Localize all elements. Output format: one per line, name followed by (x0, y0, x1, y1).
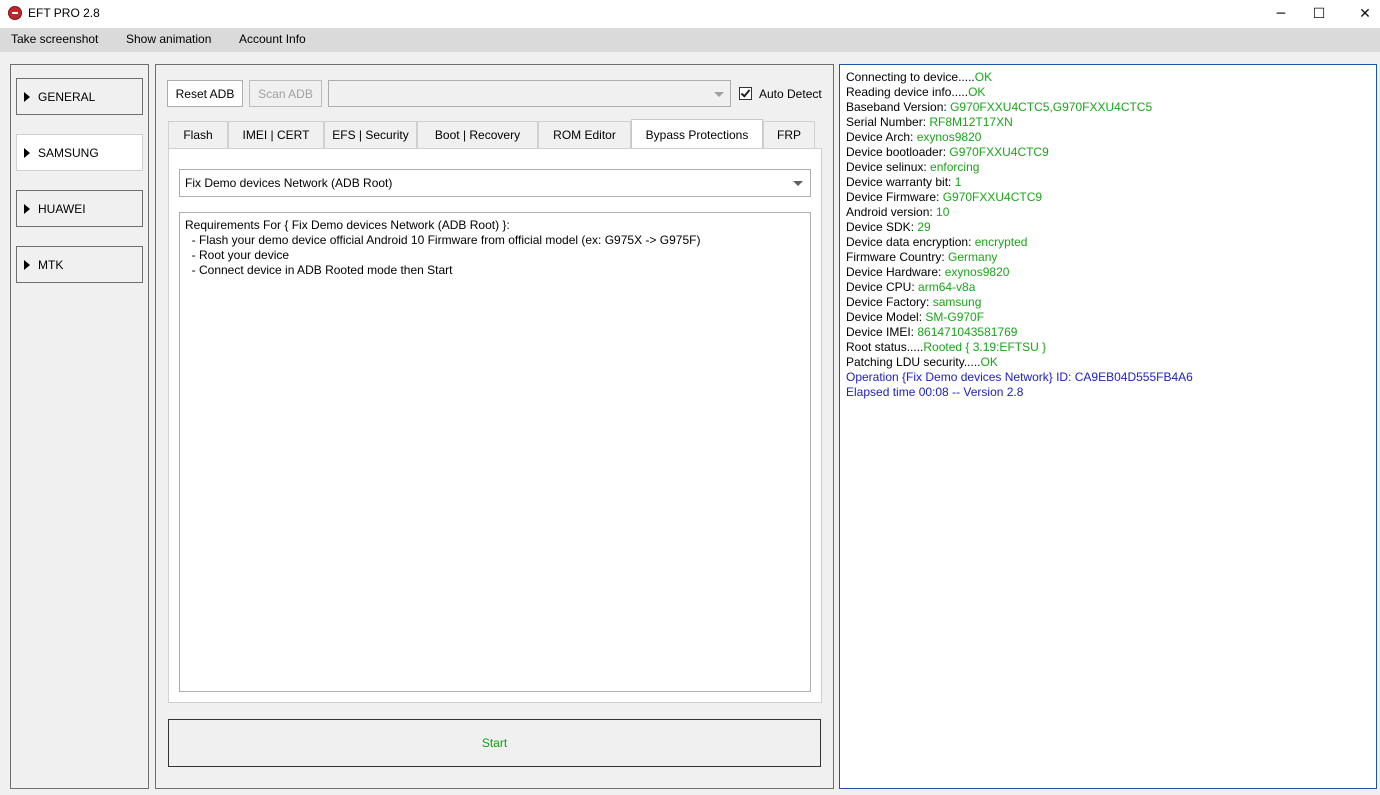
tab-frp[interactable]: FRP (763, 121, 815, 148)
close-button[interactable]: ✕ (1342, 0, 1380, 28)
sidebar-item-label: MTK (38, 257, 64, 272)
chevron-down-icon (714, 92, 724, 97)
maximize-button[interactable]: ☐ (1296, 0, 1342, 28)
expand-arrow-icon (24, 259, 30, 270)
expand-arrow-icon (24, 91, 30, 102)
tab-efs-security[interactable]: EFS | Security (324, 121, 417, 148)
log-line: Device selinux: enforcing (846, 160, 980, 174)
window-title: EFT PRO 2.8 (28, 6, 100, 20)
menu-account-info[interactable]: Account Info (239, 32, 306, 46)
log-line: Firmware Country: Germany (846, 250, 998, 264)
log-line: Device CPU: arm64-v8a (846, 280, 976, 294)
sidebar: GENERAL SAMSUNG HUAWEI MTK (10, 64, 149, 789)
check-icon (740, 87, 751, 98)
requirements-textbox[interactable]: Requirements For { Fix Demo devices Netw… (179, 212, 811, 692)
tab-rom-editor[interactable]: ROM Editor (538, 121, 631, 148)
requirements-line: - Root your device (185, 248, 290, 262)
log-line: Baseband Version: G970FXXU4CTC5,G970FXXU… (846, 100, 1153, 114)
sidebar-item-label: GENERAL (38, 89, 96, 104)
tab-bypass-protections[interactable]: Bypass Protections (631, 119, 763, 149)
expand-arrow-icon (24, 147, 30, 158)
reset-adb-button[interactable]: Reset ADB (167, 80, 243, 107)
start-button[interactable]: Start (168, 719, 821, 767)
log-line: Device bootloader: G970FXXU4CTC9 (846, 145, 1049, 159)
sidebar-item-label: SAMSUNG (38, 145, 99, 160)
sidebar-item-samsung[interactable]: SAMSUNG (16, 134, 143, 171)
app-logo-icon (8, 6, 22, 20)
title-bar: EFT PRO 2.8 ─ ☐ ✕ (0, 0, 1380, 28)
log-line-elapsed-time: Elapsed time 00:08 -- Version 2.8 (846, 385, 1024, 399)
operation-select[interactable]: Fix Demo devices Network (ADB Root) (179, 169, 811, 197)
log-line-operation-id: Operation {Fix Demo devices Network} ID:… (846, 370, 1193, 384)
tab-boot-recovery[interactable]: Boot | Recovery (417, 121, 538, 148)
log-line: Reading device info.....OK (846, 85, 986, 99)
sidebar-item-huawei[interactable]: HUAWEI (16, 190, 143, 227)
log-line: Device IMEI: 861471043581769 (846, 325, 1018, 339)
log-output[interactable]: Connecting to device.....OK Reading devi… (839, 64, 1377, 789)
chevron-down-icon (793, 181, 803, 186)
adb-port-select[interactable] (328, 80, 731, 107)
log-line: Device Model: SM-G970F (846, 310, 985, 324)
log-line: Root status.....Rooted { 3.19:EFTSU } (846, 340, 1047, 354)
log-line: Connecting to device.....OK (846, 70, 993, 84)
log-line: Device data encryption: encrypted (846, 235, 1028, 249)
tab-imei-cert[interactable]: IMEI | CERT (228, 121, 324, 148)
log-line: Device Hardware: exynos9820 (846, 265, 1010, 279)
log-line: Device warranty bit: 1 (846, 175, 962, 189)
log-line: Android version: 10 (846, 205, 950, 219)
requirements-line: Requirements For { Fix Demo devices Netw… (185, 218, 510, 232)
sidebar-item-general[interactable]: GENERAL (16, 78, 143, 115)
tab-flash[interactable]: Flash (168, 121, 228, 148)
auto-detect-checkbox[interactable] (739, 87, 752, 100)
log-line: Serial Number: RF8M12T17XN (846, 115, 1013, 129)
requirements-line: - Flash your demo device official Androi… (185, 233, 701, 247)
requirements-line: - Connect device in ADB Rooted mode then… (185, 263, 453, 277)
log-line: Device Firmware: G970FXXU4CTC9 (846, 190, 1043, 204)
operation-select-value: Fix Demo devices Network (ADB Root) (185, 176, 393, 190)
auto-detect-label: Auto Detect (759, 87, 822, 101)
scan-adb-button[interactable]: Scan ADB (249, 80, 322, 107)
tab-page-bypass-protections: Fix Demo devices Network (ADB Root) Requ… (168, 148, 822, 703)
log-line: Patching LDU security.....OK (846, 355, 998, 369)
menu-show-animation[interactable]: Show animation (126, 32, 211, 46)
menu-take-screenshot[interactable]: Take screenshot (11, 32, 98, 46)
log-line: Device Factory: samsung (846, 295, 982, 309)
sidebar-item-mtk[interactable]: MTK (16, 246, 143, 283)
menu-bar: Take screenshot Show animation Account I… (0, 28, 1380, 52)
expand-arrow-icon (24, 203, 30, 214)
log-line: Device Arch: exynos9820 (846, 130, 982, 144)
log-line: Device SDK: 29 (846, 220, 931, 234)
sidebar-item-label: HUAWEI (38, 201, 86, 216)
